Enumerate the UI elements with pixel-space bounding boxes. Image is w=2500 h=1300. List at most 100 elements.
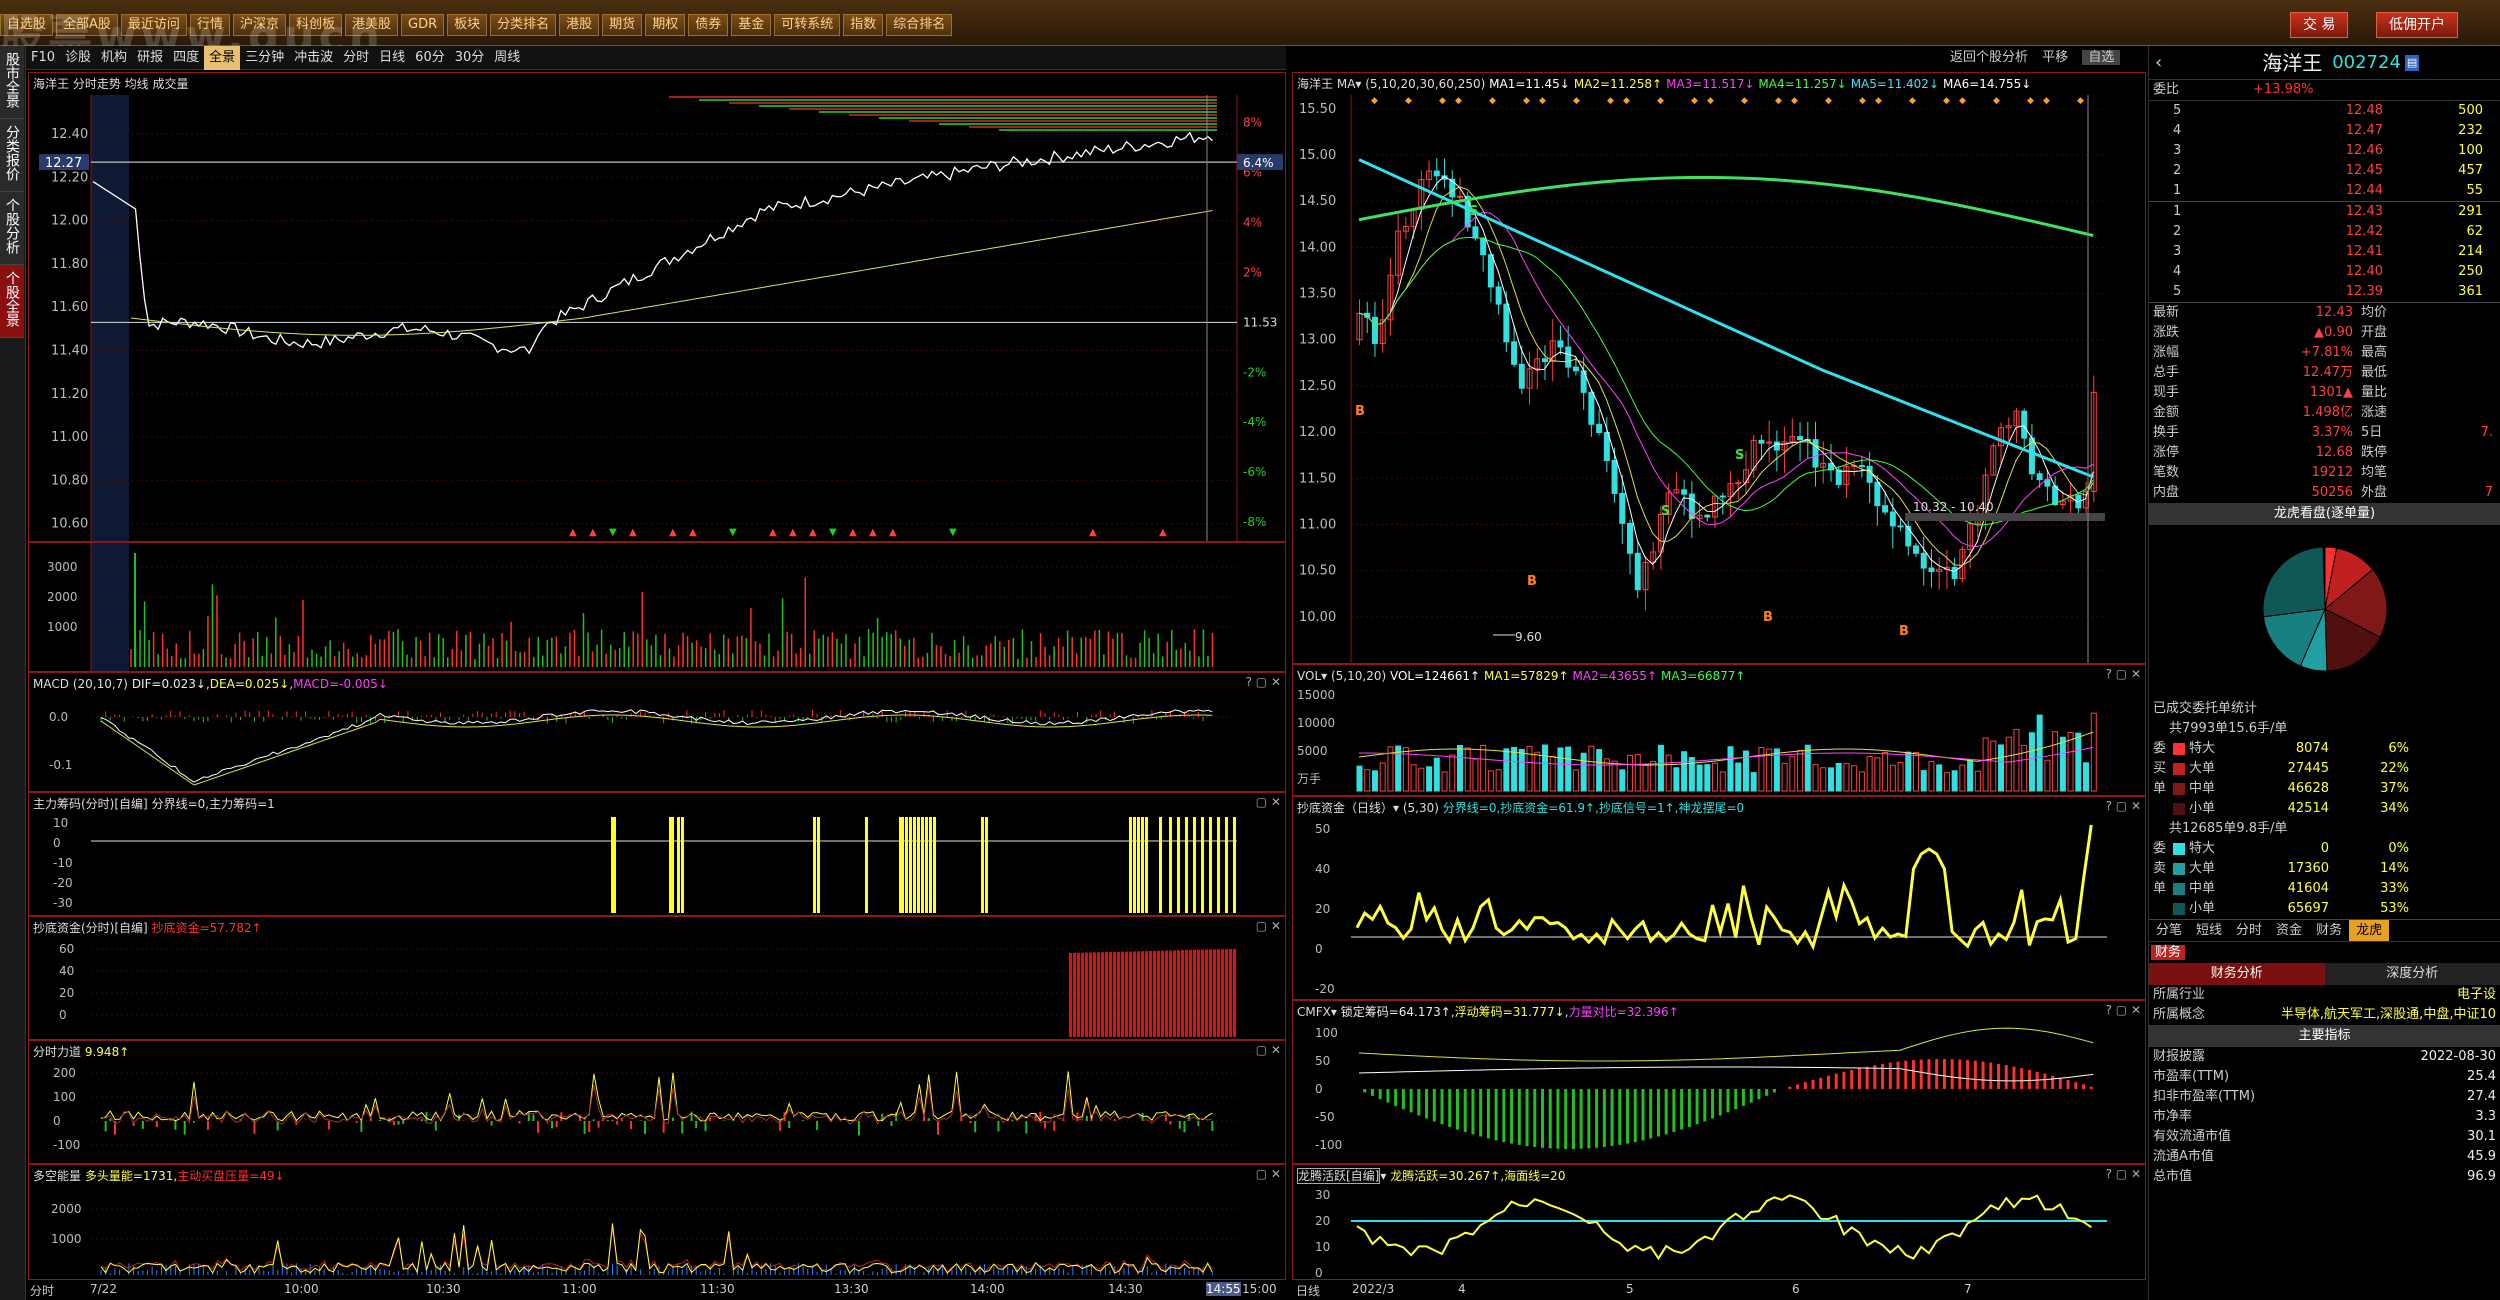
finance-tab[interactable]: 财务: [2151, 945, 2186, 960]
daily-bottom-fund-text: 分界线=0,抄底资金=61.9↑,抄底信号=1↑,神龙摆尾=0: [1442, 801, 1745, 815]
signal-marker: ▲: [589, 527, 597, 538]
info-row-cell: 1301▲: [2309, 385, 2353, 400]
sell-row-cell: 12.48: [2345, 103, 2383, 118]
kline-ma-value: MA5=11.402↓: [1850, 77, 1939, 91]
vol-bar: [1495, 769, 1502, 792]
fund-bar: [1233, 948, 1236, 1037]
subtab[interactable]: 三分钟: [240, 46, 289, 70]
sell-orderbook: 5 12.48 500 4 12.47 232 3 12.46 100 2 12.45 457 1 12.…: [2149, 100, 2500, 201]
menu-item[interactable]: 债券: [688, 14, 729, 36]
panel-close-icon[interactable]: ▢ ✕: [1256, 795, 1281, 809]
kline-tick: 11.50: [1299, 471, 1336, 486]
panel-close-icon[interactable]: ? ▢ ✕: [2106, 1003, 2141, 1017]
color-swatch: [2173, 883, 2185, 895]
chips-tick: -30: [53, 896, 73, 910]
dea-line: [100, 714, 1213, 786]
kline-ma[interactable]: MA: [1337, 77, 1356, 91]
vol-value: MA1=57829↑: [1484, 669, 1569, 683]
subtab[interactable]: 周线: [489, 46, 525, 70]
info-row-cell: 19212: [2311, 465, 2353, 480]
subtab[interactable]: 冲击波: [289, 46, 338, 70]
candle-body: [1951, 566, 1958, 580]
count-value: 27445: [2287, 761, 2329, 776]
tab-deep-analysis[interactable]: 深度分析: [2324, 963, 2500, 985]
vol-bar: [1974, 770, 1981, 792]
subtab[interactable]: 30分: [450, 46, 490, 70]
panel-close-icon[interactable]: ? ▢ ✕: [2106, 799, 2141, 813]
subtab[interactable]: 全景: [204, 46, 241, 70]
top-marker: ◆: [2043, 96, 2050, 106]
panel-close-icon[interactable]: ▢ ✕: [1256, 1043, 1281, 1057]
buy-row-cell: 3: [2173, 244, 2182, 259]
panel-close-icon[interactable]: ▢ ✕: [1256, 1167, 1281, 1181]
menu-item[interactable]: 分类排名: [490, 14, 557, 36]
subtab[interactable]: 研报: [132, 46, 168, 70]
tab-market-overview[interactable]: 股市全景: [0, 46, 24, 119]
tab-stock-overview[interactable]: 个股全景: [0, 265, 24, 338]
subtab[interactable]: 四度: [168, 46, 204, 70]
x-axis-label[interactable]: 分时: [30, 1282, 54, 1299]
vol-bar: [1449, 754, 1456, 792]
menu-item[interactable]: 板块: [447, 14, 488, 36]
signal-marker: ▲: [809, 527, 817, 538]
flat-button[interactable]: 平移: [2042, 50, 2068, 65]
panel-close-icon[interactable]: ? ▢ ✕: [2106, 667, 2141, 681]
subtab[interactable]: 日线: [374, 46, 410, 70]
menu-item[interactable]: 港股: [559, 14, 600, 36]
back-arrow-icon[interactable]: ‹: [2155, 46, 2162, 79]
menu-item[interactable]: 综合排名: [886, 14, 953, 36]
signal-marker: ▲: [669, 527, 677, 538]
count-value: 42514: [2287, 801, 2329, 816]
menu-item[interactable]: 可转系统: [774, 14, 841, 36]
info-row-cell: 50256: [2311, 485, 2353, 500]
open-account-button[interactable]: 低佣开户: [2376, 12, 2458, 38]
tab-stock-analysis[interactable]: 个股分析: [0, 192, 24, 265]
bottom-tab[interactable]: 短线: [2189, 920, 2229, 941]
top-marker: ◆: [1539, 96, 1546, 106]
watchlist-dropdown[interactable]: 自选: [2082, 50, 2121, 65]
sector-row: 所属行业 电子设: [2149, 985, 2500, 1005]
bottom-tab[interactable]: 分时: [2229, 920, 2269, 941]
subtab[interactable]: 60分: [410, 46, 450, 70]
subtab[interactable]: 诊股: [60, 46, 96, 70]
tab-category-quote[interactable]: 分类报价: [0, 119, 24, 192]
candle-body: [1773, 441, 1780, 451]
daily-bottom-fund-panel: 抄底资金（日线）▾ (5,30) 分界线=0,抄底资金=61.9↑,抄底信号=1…: [1292, 796, 2146, 1000]
bottom-tab[interactable]: 分笔: [2149, 920, 2189, 941]
force-chart: 200 100 0 -100: [53, 1066, 1237, 1152]
macd-tick: 0.0: [49, 710, 68, 724]
bottom-tab[interactable]: 财务: [2309, 920, 2349, 941]
info-row-cell: 7: [2484, 485, 2493, 500]
info-icon[interactable]: ▤: [2404, 55, 2420, 71]
menu-item[interactable]: 期货: [602, 14, 643, 36]
bottom-tab[interactable]: 资金: [2269, 920, 2309, 941]
back-button[interactable]: 返回个股分析: [1950, 50, 2028, 65]
info-row-cell: 金额: [2153, 405, 2180, 420]
menu-item[interactable]: 基金: [731, 14, 772, 36]
side-label: 委: [2153, 841, 2167, 856]
vol-bar: [1542, 744, 1548, 792]
panel-close-icon[interactable]: ? ▢ ✕: [2106, 1167, 2141, 1181]
menu-item[interactable]: GDR: [401, 14, 445, 36]
x-axis-label[interactable]: 日线: [1296, 1282, 1320, 1299]
panel-close-icon[interactable]: ▢ ✕: [1256, 919, 1281, 933]
vol-bar: [1673, 767, 1680, 792]
bottom-tab[interactable]: 龙虎: [2349, 920, 2390, 941]
menu-item[interactable]: 指数: [843, 14, 884, 36]
menu-item[interactable]: 期权: [645, 14, 686, 36]
side-label: 单: [2153, 881, 2167, 896]
signal-b: B: [1527, 574, 1537, 589]
trade-button[interactable]: 交 易: [2290, 12, 2349, 38]
bottom-fund-panel: 抄底资金(分时)[自编] 抄底资金=57.782↑ ▢ ✕ 60 40 20 0: [28, 916, 1286, 1040]
info-row-cell: 最新: [2153, 305, 2180, 320]
vol-tick: 2000: [47, 590, 78, 604]
tab-finance-analysis[interactable]: 财务分析: [2149, 963, 2325, 985]
vol-bar: [1611, 760, 1618, 792]
subtab[interactable]: 机构: [96, 46, 132, 70]
panel-close-icon[interactable]: ? ▢ ✕: [1246, 675, 1281, 689]
price-line: [92, 131, 1213, 355]
subtab[interactable]: F10: [26, 46, 60, 70]
vol-title[interactable]: VOL: [1297, 669, 1321, 683]
subtab[interactable]: 分时: [338, 46, 374, 70]
fund-bar: [1221, 949, 1224, 1037]
